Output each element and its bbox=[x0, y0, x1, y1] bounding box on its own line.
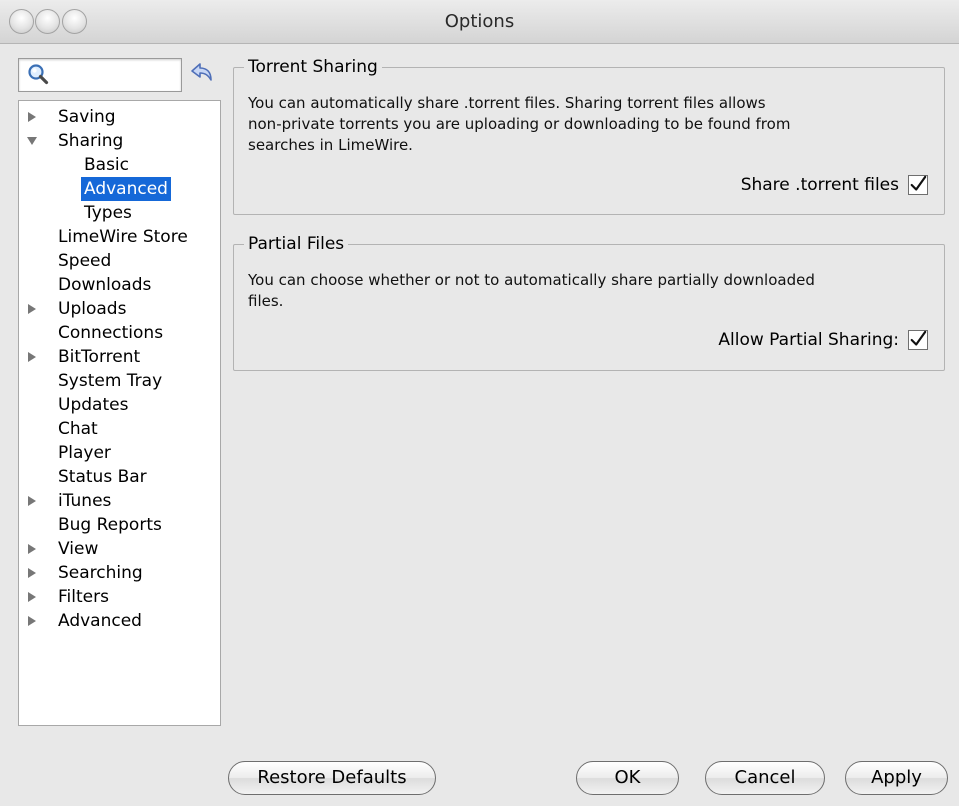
tree-item-label: Filters bbox=[58, 587, 109, 607]
description-line: You can choose whether or not to automat… bbox=[248, 271, 815, 289]
disclosure-collapsed-icon[interactable] bbox=[26, 297, 40, 321]
disclosure-collapsed-icon[interactable] bbox=[26, 609, 40, 633]
tree-item-label: BitTorrent bbox=[58, 347, 141, 367]
tree-item-label: Saving bbox=[58, 107, 116, 127]
tree-item[interactable]: View bbox=[19, 537, 220, 561]
tree-item[interactable]: Downloads bbox=[19, 273, 220, 297]
tree-item[interactable]: Uploads bbox=[19, 297, 220, 321]
tree-item-label: View bbox=[58, 539, 99, 559]
search-input[interactable] bbox=[18, 58, 182, 92]
checkbox-box[interactable] bbox=[908, 175, 928, 195]
search-icon bbox=[28, 64, 49, 85]
options-tree[interactable]: Saving Sharing Basic Advanced Types LimeWire … bbox=[18, 100, 221, 726]
tree-item-label: Connections bbox=[58, 323, 164, 343]
tree-item-label: Chat bbox=[58, 419, 98, 439]
tree-item-label: Updates bbox=[58, 395, 129, 415]
tree-item[interactable]: Speed bbox=[19, 249, 220, 273]
tree-item-label: Player bbox=[58, 443, 111, 463]
share-torrent-files-label: Share .torrent files bbox=[740, 175, 899, 195]
disclosure-collapsed-icon[interactable] bbox=[26, 345, 40, 369]
torrent-sharing-title: Torrent Sharing bbox=[244, 55, 382, 79]
description-line: non-private torrents you are uploading o… bbox=[248, 115, 791, 133]
description-line: searches in LimeWire. bbox=[248, 136, 413, 154]
restore-defaults-button[interactable]: Restore Defaults bbox=[228, 761, 436, 795]
tree-item[interactable]: Updates bbox=[19, 393, 220, 417]
checkmark-icon bbox=[910, 175, 927, 191]
ok-button[interactable]: OK bbox=[576, 761, 679, 795]
disclosure-collapsed-icon[interactable] bbox=[26, 585, 40, 609]
tree-item[interactable]: iTunes bbox=[19, 489, 220, 513]
tree-item-label: LimeWire Store bbox=[58, 227, 188, 247]
tree-item-label: Types bbox=[84, 203, 132, 223]
torrent-sharing-description: You can automatically share .torrent fil… bbox=[248, 93, 790, 156]
disclosure-collapsed-icon[interactable] bbox=[26, 105, 40, 129]
tree-item[interactable]: Connections bbox=[19, 321, 220, 345]
tree-item[interactable]: Filters bbox=[19, 585, 220, 609]
tree-item[interactable]: BitTorrent bbox=[19, 345, 220, 369]
disclosure-expanded-icon[interactable] bbox=[26, 129, 40, 153]
disclosure-collapsed-icon[interactable] bbox=[26, 489, 40, 513]
tree-item[interactable]: Advanced bbox=[19, 177, 220, 201]
tree-item[interactable]: Searching bbox=[19, 561, 220, 585]
tree-item-label: Downloads bbox=[58, 275, 152, 295]
allow-partial-sharing-checkbox[interactable]: Allow Partial Sharing: bbox=[718, 327, 928, 353]
tree-item-label: System Tray bbox=[58, 371, 163, 391]
tree-item[interactable]: System Tray bbox=[19, 369, 220, 393]
tree-item-label: Advanced bbox=[58, 611, 142, 631]
tree-item-label: Advanced bbox=[81, 177, 171, 201]
tree-item[interactable]: Basic bbox=[19, 153, 220, 177]
partial-files-title: Partial Files bbox=[244, 232, 349, 256]
torrent-sharing-group: Torrent Sharing You can automatically sh… bbox=[233, 55, 945, 215]
apply-button[interactable]: Apply bbox=[845, 761, 948, 795]
tree-item[interactable]: LimeWire Store bbox=[19, 225, 220, 249]
partial-files-group: Partial Files You can choose whether or … bbox=[233, 232, 945, 371]
tree-item-label: Searching bbox=[58, 563, 143, 583]
tree-item[interactable]: Saving bbox=[19, 105, 220, 129]
back-arrow-icon[interactable] bbox=[186, 58, 216, 88]
cancel-button[interactable]: Cancel bbox=[705, 761, 825, 795]
allow-partial-sharing-label: Allow Partial Sharing: bbox=[718, 330, 899, 350]
tree-item[interactable]: Types bbox=[19, 201, 220, 225]
tree-item[interactable]: Bug Reports bbox=[19, 513, 220, 537]
description-line: files. bbox=[248, 292, 284, 310]
disclosure-collapsed-icon[interactable] bbox=[26, 561, 40, 585]
tree-item-label: Bug Reports bbox=[58, 515, 162, 535]
disclosure-collapsed-icon[interactable] bbox=[26, 537, 40, 561]
tree-item[interactable]: Chat bbox=[19, 417, 220, 441]
tree-item-label: Uploads bbox=[58, 299, 127, 319]
tree-item[interactable]: Player bbox=[19, 441, 220, 465]
tree-item-label: Sharing bbox=[58, 131, 124, 151]
tree-item-label: Status Bar bbox=[58, 467, 147, 487]
checkmark-icon bbox=[910, 330, 927, 346]
tree-item[interactable]: Sharing bbox=[19, 129, 220, 153]
options-window: Options Saving Sharing Basic Advanced Types L… bbox=[0, 0, 959, 806]
tree-item[interactable]: Status Bar bbox=[19, 465, 220, 489]
checkbox-box[interactable] bbox=[908, 330, 928, 350]
tree-item-label: Basic bbox=[84, 155, 130, 175]
tree-item-label: Speed bbox=[58, 251, 112, 271]
share-torrent-files-checkbox[interactable]: Share .torrent files bbox=[741, 172, 928, 198]
tree-item-label: iTunes bbox=[58, 491, 112, 511]
tree-item[interactable]: Advanced bbox=[19, 609, 220, 633]
window-title: Options bbox=[444, 11, 515, 32]
partial-files-description: You can choose whether or not to automat… bbox=[248, 270, 815, 312]
description-line: You can automatically share .torrent fil… bbox=[248, 94, 766, 112]
title-bar[interactable]: Options bbox=[0, 0, 959, 44]
